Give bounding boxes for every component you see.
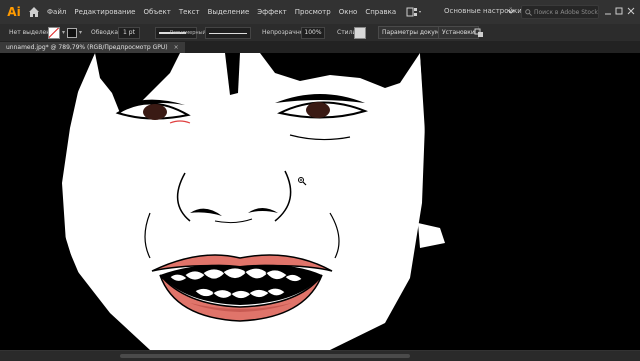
stroke-chevron-icon[interactable]: ▾ [79,29,82,36]
menu-effect[interactable]: Эффект [257,8,286,16]
stroke-weight-input[interactable]: 1 pt [118,26,140,39]
menu-object[interactable]: Объект [143,8,170,16]
graphic-style-swatch[interactable] [354,26,366,39]
stroke-swatch[interactable] [67,27,77,38]
stroke-label: Обводка: [91,29,121,36]
stock-search-input[interactable]: Поиск в Adobe Stock [521,5,599,19]
artboard-canvas[interactable] [0,53,640,350]
face-skin [55,53,425,350]
menu-bar: Ai Файл Редактирование Объект Текст Выде… [0,0,640,25]
minimize-icon[interactable] [604,8,612,16]
brush-definition[interactable] [205,26,251,39]
document-tab-bar: unnamed.jpg* @ 789,79% (RGB/Предпросмотр… [0,42,640,53]
right-iris [306,102,330,118]
menu-select[interactable]: Выделение [208,8,250,16]
opacity-input[interactable]: 100% [301,26,325,39]
control-bar: Нет выделения ▾ ▾ Обводка: 1 pt Равномер… [0,24,640,42]
stroke-profile-label: Равномерный [170,29,206,36]
search-icon [525,9,532,16]
left-iris [143,104,167,120]
fill-chevron-icon[interactable]: ▾ [62,29,65,36]
home-icon[interactable] [27,5,41,19]
chevron-down-icon[interactable] [507,8,515,16]
status-bar [0,350,640,361]
menu-help[interactable]: Справка [365,8,396,16]
face-artwork [0,53,640,350]
menu-type[interactable]: Текст [179,8,200,16]
preferences-button[interactable]: Установки [438,26,479,39]
horizontal-scrollbar[interactable] [120,354,410,358]
document-tab[interactable]: unnamed.jpg* @ 789,79% (RGB/Предпросмотр… [0,42,185,53]
maximize-icon[interactable] [615,7,623,15]
fill-swatch[interactable] [48,26,60,39]
menu-file[interactable]: Файл [47,8,66,16]
close-tab-icon[interactable]: × [174,42,179,53]
menu-view[interactable]: Просмотр [295,8,331,16]
close-icon[interactable] [627,7,635,15]
menu-window[interactable]: Окно [339,8,358,16]
layout-icon[interactable] [406,7,422,17]
document-tab-title: unnamed.jpg* @ 789,79% (RGB/Предпросмотр… [6,44,168,51]
menu-edit[interactable]: Редактирование [74,8,135,16]
arrange-icon[interactable] [474,28,486,38]
app-logo: Ai [7,5,21,19]
search-placeholder: Поиск в Adobe Stock [534,9,598,16]
